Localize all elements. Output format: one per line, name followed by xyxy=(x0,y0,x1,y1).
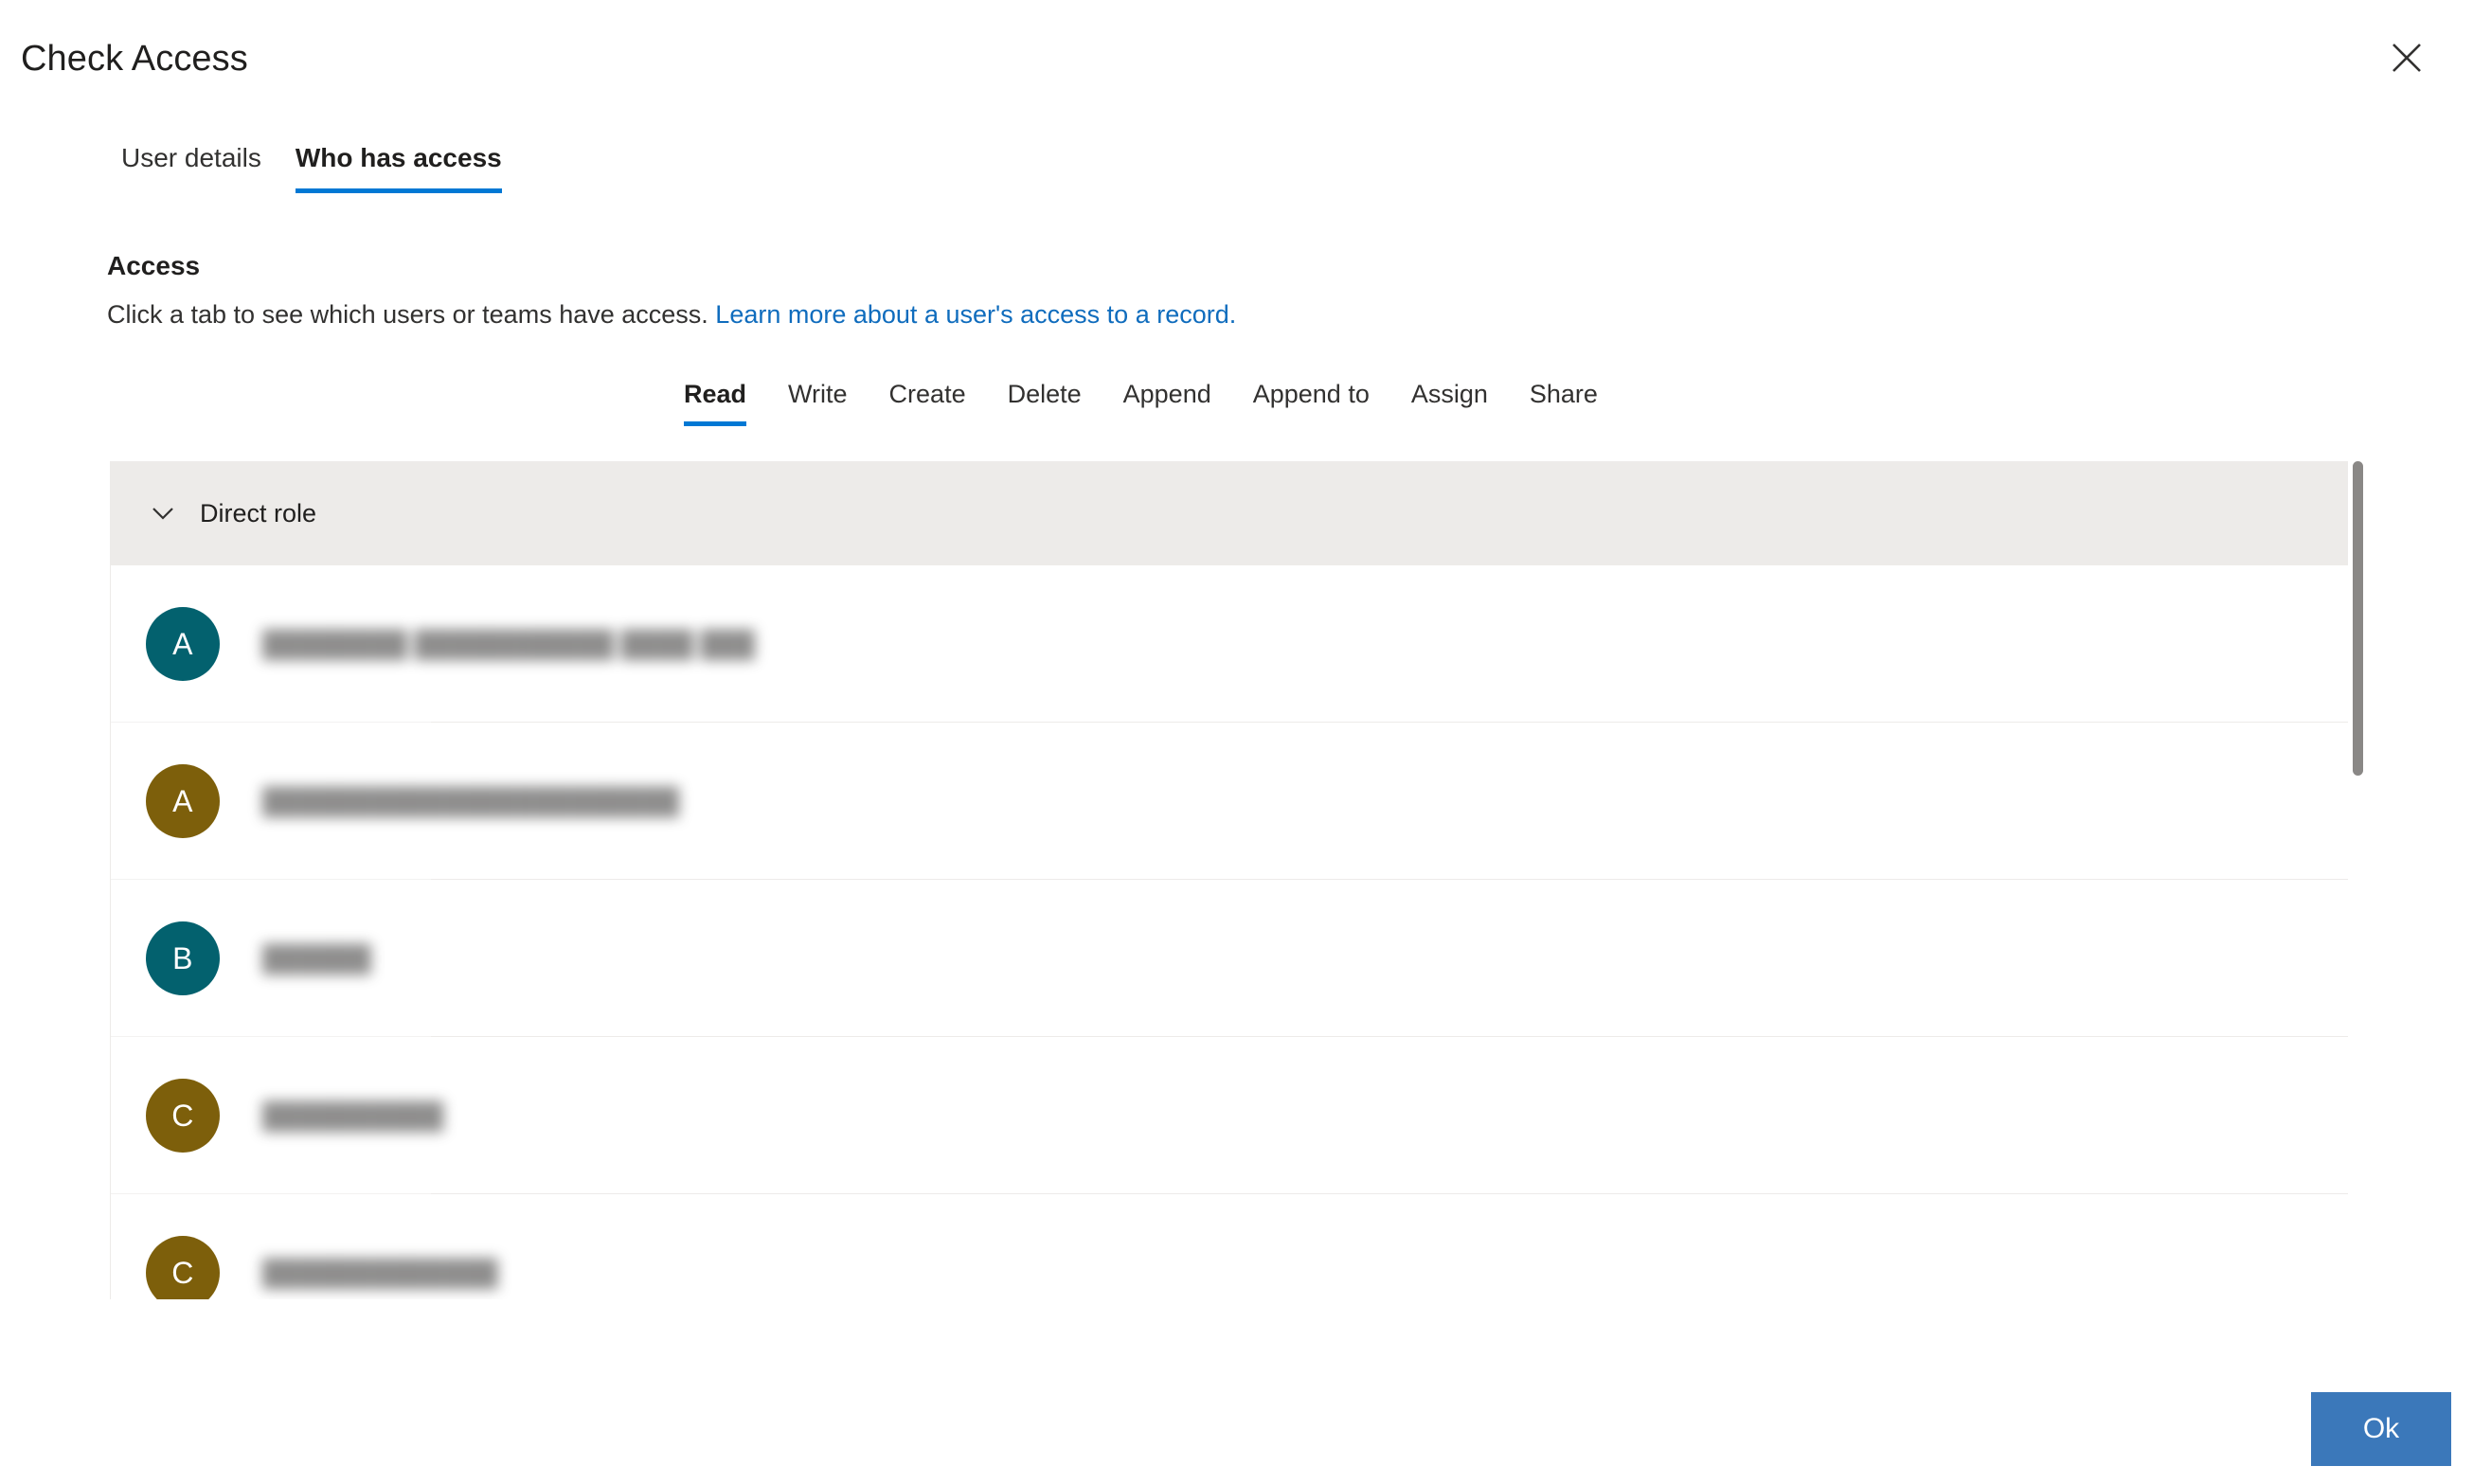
principal-name: ██████ xyxy=(262,943,371,973)
tab-delete[interactable]: Delete xyxy=(987,377,1102,426)
chevron-down-icon xyxy=(145,495,181,531)
tab-share[interactable]: Share xyxy=(1509,377,1619,426)
tab-create[interactable]: Create xyxy=(869,377,987,426)
principal-name: █████████████ xyxy=(262,1258,498,1287)
group-header-direct-role[interactable]: Direct role xyxy=(111,461,2348,565)
avatar: C xyxy=(146,1079,220,1153)
access-description-text: Click a tab to see which users or teams … xyxy=(107,300,708,329)
permission-tablist: Read Write Create Delete Append Append t… xyxy=(663,377,1619,426)
access-description-line: Click a tab to see which users or teams … xyxy=(107,297,1236,331)
access-list: Direct role A ████████ ███████████ ████ … xyxy=(110,461,2348,1299)
tab-read[interactable]: Read xyxy=(663,377,767,426)
tab-who-has-access[interactable]: Who has access xyxy=(278,140,519,193)
tab-write[interactable]: Write xyxy=(767,377,869,426)
table-row[interactable]: A ████████ ███████████ ████ ███ xyxy=(111,565,2348,723)
table-row[interactable]: A ███████████████████████ xyxy=(111,723,2348,880)
table-row[interactable]: B ██████ xyxy=(111,880,2348,1037)
list-scrollbar[interactable] xyxy=(2347,461,2368,1299)
table-row[interactable]: C ██████████ xyxy=(111,1037,2348,1194)
table-row[interactable]: C █████████████ xyxy=(111,1194,2348,1299)
principal-name: ███████████████████████ xyxy=(262,786,679,815)
avatar: A xyxy=(146,764,220,838)
avatar: B xyxy=(146,921,220,995)
group-header-label: Direct role xyxy=(200,498,317,527)
avatar: C xyxy=(146,1236,220,1299)
close-button[interactable] xyxy=(2380,31,2433,84)
ok-button[interactable]: Ok xyxy=(2311,1392,2451,1466)
page-title: Check Access xyxy=(21,39,248,79)
learn-more-link[interactable]: Learn more about a user's access to a re… xyxy=(715,300,1236,329)
principal-name: ██████████ xyxy=(262,1100,444,1130)
pivot-tablist: User details Who has access xyxy=(104,140,519,193)
tab-assign[interactable]: Assign xyxy=(1390,377,1509,426)
close-icon xyxy=(2391,42,2423,74)
access-heading: Access xyxy=(107,251,201,280)
scrollbar-thumb[interactable] xyxy=(2353,461,2363,776)
tab-user-details[interactable]: User details xyxy=(104,140,278,193)
tab-append[interactable]: Append xyxy=(1102,377,1232,426)
avatar: A xyxy=(146,607,220,681)
tab-append-to[interactable]: Append to xyxy=(1232,377,1390,426)
check-access-dialog: Check Access User details Who has access… xyxy=(0,0,2473,1484)
principal-name: ████████ ███████████ ████ ███ xyxy=(262,629,755,658)
